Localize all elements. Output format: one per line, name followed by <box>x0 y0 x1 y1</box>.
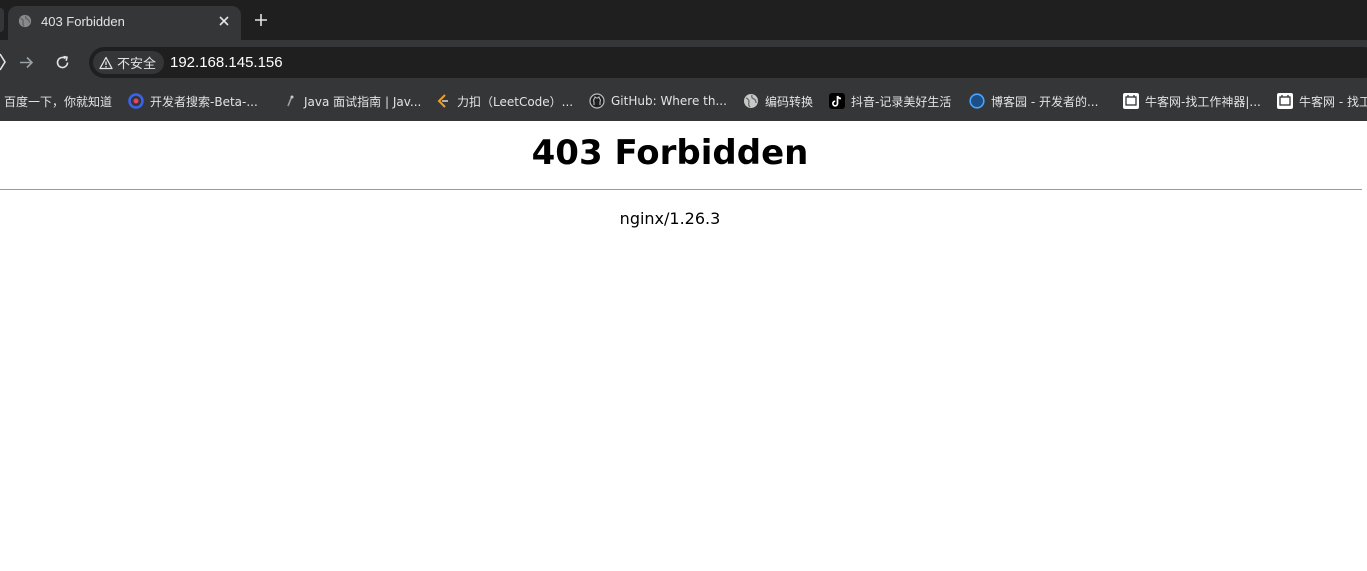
devsearch-icon <box>128 93 144 109</box>
divider <box>0 189 1362 190</box>
tab-title: 403 Forbidden <box>41 14 125 29</box>
bookmark-nowcoder-2[interactable]: 牛客网 - 找工 <box>1277 92 1367 110</box>
nowcoder-icon <box>1123 93 1139 109</box>
tab-strip: 403 Forbidden <box>0 0 1367 40</box>
bookmark-douyin[interactable]: 抖音-记录美好生活 <box>829 92 951 110</box>
bookmark-devsearch[interactable]: 开发者搜索-Beta-... <box>128 92 258 110</box>
bookmark-cnblogs[interactable]: 博客园 - 开发者的... <box>969 92 1098 110</box>
bookmark-label: 百度一下，你就知道 <box>4 94 113 109</box>
security-indicator[interactable]: 不安全 <box>93 51 165 74</box>
security-label: 不安全 <box>117 57 157 72</box>
github-icon <box>589 93 605 109</box>
toolbar: 不安全 192.168.145.156 <box>0 40 1367 84</box>
bookmarks-bar: 百度一下，你就知道 开发者搜索-Beta-... Java 面试指南 | Jav… <box>0 84 1367 121</box>
bookmark-label: Java 面试指南 | Jav... <box>304 94 422 109</box>
bookmark-label: 编码转换 <box>765 94 814 109</box>
address-bar[interactable]: 不安全 192.168.145.156 <box>89 47 1367 78</box>
bookmark-github[interactable]: GitHub: Where th... <box>589 92 727 110</box>
reload-icon[interactable] <box>54 54 71 71</box>
tab-active[interactable]: 403 Forbidden <box>8 6 241 40</box>
browser-chrome: 403 Forbidden 不安全 192.168.145.156 百度一下，你… <box>0 0 1367 121</box>
nowcoder-icon <box>1277 93 1293 109</box>
page-title: 403 Forbidden <box>531 133 809 173</box>
url-text[interactable]: 192.168.145.156 <box>170 54 283 71</box>
bookmark-label: 力扣（LeetCode）... <box>457 94 574 109</box>
globe-icon <box>18 14 32 28</box>
java-icon <box>287 95 294 107</box>
leetcode-icon <box>437 94 448 108</box>
bookmark-java-guide[interactable]: Java 面试指南 | Jav... <box>282 92 421 110</box>
bookmark-label: 牛客网 - 找工 <box>1299 94 1367 109</box>
back-button-edge[interactable] <box>0 52 6 72</box>
globe-icon <box>744 94 758 108</box>
bookmark-label: 牛客网-找工作神器|... <box>1145 94 1261 109</box>
page-content: 403 Forbidden nginx/1.26.3 <box>0 121 1367 571</box>
bookmark-baidu[interactable]: 百度一下，你就知道 <box>4 92 112 110</box>
douyin-icon <box>829 93 845 109</box>
close-icon[interactable] <box>217 14 231 28</box>
bookmark-label: GitHub: Where th... <box>611 94 727 108</box>
plus-icon[interactable] <box>253 12 269 28</box>
bookmark-leetcode[interactable]: 力扣（LeetCode）... <box>435 92 573 110</box>
warning-icon <box>99 56 113 69</box>
server-info: nginx/1.26.3 <box>619 209 721 228</box>
bookmark-encoding[interactable]: 编码转换 <box>743 92 813 110</box>
bookmark-label: 开发者搜索-Beta-... <box>150 94 258 109</box>
forward-arrow-icon[interactable] <box>18 54 35 71</box>
cnblogs-icon <box>969 93 985 109</box>
previous-tab-edge[interactable] <box>0 8 4 32</box>
bookmark-label: 博客园 - 开发者的... <box>991 94 1099 109</box>
bookmark-nowcoder[interactable]: 牛客网-找工作神器|... <box>1123 92 1261 110</box>
bookmark-label: 抖音-记录美好生活 <box>851 94 952 109</box>
